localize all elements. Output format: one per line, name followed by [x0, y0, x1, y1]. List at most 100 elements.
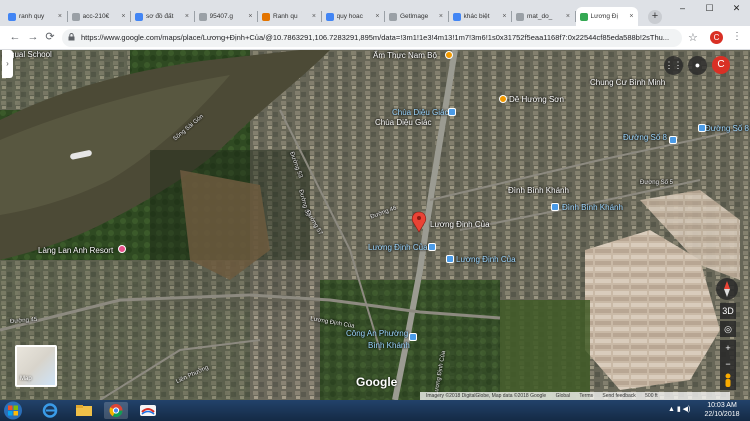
map-canvas[interactable]: lingual School Ẩm Thực Nam Bộ Chung Cư Bìn…: [0, 50, 750, 400]
map-place-label[interactable]: Lương Định Của: [430, 220, 490, 229]
map-layer-toggle[interactable]: Map: [15, 345, 57, 387]
tab-label: mat_do_: [527, 13, 553, 20]
close-window-button[interactable]: ✕: [723, 0, 750, 18]
imagery-credit: Imagery ©2018 DigitalGlobe, Map data ©20…: [426, 393, 547, 399]
reload-icon[interactable]: ⟳: [43, 31, 57, 45]
collapse-side-panel-button[interactable]: ›: [2, 50, 13, 78]
maximize-button[interactable]: ☐: [696, 0, 723, 18]
tab-close-icon[interactable]: ×: [121, 13, 125, 20]
browser-tab[interactable]: Ranh qu ×: [258, 7, 320, 26]
poi-marker-icon[interactable]: [428, 243, 436, 251]
clock-date: 22/10/2018: [704, 411, 740, 418]
browser-tab[interactable]: quy hoac ×: [322, 7, 384, 26]
poi-marker-icon[interactable]: [499, 95, 507, 103]
browser-tab[interactable]: ranh quy ×: [4, 7, 66, 26]
system-tray-icons[interactable]: ▲ ▮ ◀): [668, 405, 690, 413]
chrome-icon[interactable]: [104, 402, 128, 419]
new-tab-button[interactable]: +: [648, 10, 662, 24]
file-explorer-icon[interactable]: [72, 402, 96, 419]
send-feedback-link[interactable]: Send feedback: [602, 393, 635, 399]
tab-label: acc-210€: [82, 13, 110, 20]
tab-favicon-icon: [262, 12, 270, 21]
lock-icon: [68, 33, 75, 41]
map-place-label[interactable]: Đình Bình Khánh: [508, 186, 569, 195]
zoom-out-button[interactable]: −: [720, 356, 736, 372]
zoom-in-button[interactable]: +: [720, 340, 736, 356]
map-layer-label: Map: [20, 376, 32, 382]
browser-tab[interactable]: mat_do_ ×: [512, 7, 574, 26]
apps-grid-icon[interactable]: ⋮⋮: [664, 56, 683, 75]
poi-marker-icon[interactable]: [409, 333, 417, 341]
poi-marker-icon[interactable]: [446, 255, 454, 263]
tab-favicon-icon: [198, 12, 207, 21]
map-place-label[interactable]: Lương Định Của: [368, 243, 428, 252]
view-3d-button[interactable]: 3D: [720, 303, 736, 319]
poi-marker-icon[interactable]: [445, 51, 453, 59]
my-location-icon[interactable]: ◎: [720, 321, 736, 337]
tab-close-icon[interactable]: ×: [566, 13, 570, 20]
tab-close-icon[interactable]: ×: [185, 13, 189, 20]
taskbar-clock[interactable]: 10:03 AM 22/10/2018: [700, 401, 744, 419]
poi-marker-icon[interactable]: [698, 124, 706, 132]
map-place-label[interactable]: Lương Định Của: [456, 255, 516, 264]
tab-label: khác biệt: [463, 13, 490, 20]
map-place-label[interactable]: Ẩm Thực Nam Bộ: [373, 51, 437, 60]
tab-label: sơ đồ đất: [146, 13, 174, 20]
map-place-label[interactable]: Chùa Diệu Giác: [392, 108, 448, 117]
internet-explorer-icon[interactable]: [38, 402, 62, 419]
map-place-label[interactable]: Đình Bình Khánh: [562, 203, 623, 212]
poi-marker-icon[interactable]: [551, 203, 559, 211]
tab-close-icon[interactable]: ×: [312, 13, 316, 20]
browser-tab[interactable]: Lương Đị ×: [575, 7, 638, 26]
map-place-label[interactable]: Chung Cư Bình Minh: [590, 78, 665, 87]
tab-favicon-icon: [71, 12, 80, 21]
address-url[interactable]: https://www.google.com/maps/place/Lương+…: [81, 33, 671, 42]
tab-favicon-icon: [452, 12, 461, 21]
browser-tab[interactable]: acc-210€ ×: [68, 7, 130, 26]
tab-close-icon[interactable]: ×: [375, 13, 379, 20]
tab-close-icon[interactable]: ×: [248, 13, 252, 20]
back-icon[interactable]: ←: [8, 31, 22, 45]
browser-tab[interactable]: 95407.g ×: [195, 7, 257, 26]
tab-close-icon[interactable]: ×: [629, 13, 633, 20]
tab-close-icon[interactable]: ×: [502, 13, 506, 20]
poi-marker-icon[interactable]: [669, 136, 677, 144]
browser-tab[interactable]: sơ đồ đất ×: [131, 7, 193, 26]
map-place-label[interactable]: Làng Lan Anh Resort: [38, 246, 113, 255]
map-place-label[interactable]: Dê Hương Sơn: [509, 95, 564, 104]
browser-tab[interactable]: khác biệt ×: [449, 7, 511, 26]
browser-tab[interactable]: Getlmage ×: [385, 7, 447, 26]
forward-icon[interactable]: →: [26, 31, 40, 45]
tab-favicon-icon: [135, 12, 143, 21]
notifications-icon[interactable]: ●: [688, 56, 707, 75]
tab-label: Ranh qu: [273, 13, 298, 20]
tab-strip: ranh quy × acc-210€ × sơ đồ đất × 95407.g × Ranh…: [0, 0, 750, 26]
profile-avatar[interactable]: C: [710, 31, 723, 44]
bookmark-star-icon[interactable]: ☆: [688, 31, 698, 44]
browser-menu-icon[interactable]: ⋮: [732, 31, 742, 42]
tab-label: 95407.g: [209, 13, 234, 20]
minimize-button[interactable]: –: [669, 0, 696, 18]
map-place-label[interactable]: Đường Số 5: [640, 180, 673, 186]
compass-icon[interactable]: [716, 278, 738, 300]
map-account-avatar[interactable]: C: [712, 56, 730, 74]
browser-toolbar: ← → ⟳ https://www.google.com/maps/place/…: [0, 26, 750, 50]
tab-label: Lương Đị: [590, 13, 618, 20]
windows-start-icon[interactable]: [3, 401, 23, 420]
map-place-label[interactable]: Bình Khánh: [368, 341, 410, 350]
tab-close-icon[interactable]: ×: [439, 13, 443, 20]
scale-bar[interactable]: 500 ft: [645, 393, 658, 399]
address-bar[interactable]: https://www.google.com/maps/place/Lương+…: [62, 29, 682, 47]
poi-marker-icon[interactable]: [118, 245, 126, 253]
terms-link[interactable]: Terms: [579, 393, 593, 399]
poi-marker-icon[interactable]: [448, 108, 456, 116]
tab-close-icon[interactable]: ×: [58, 13, 62, 20]
global-link[interactable]: Global: [556, 393, 570, 399]
map-place-label[interactable]: Công An Phường: [346, 329, 408, 338]
app-icon[interactable]: [136, 402, 160, 419]
tab-favicon-icon: [8, 12, 16, 21]
map-place-label[interactable]: Chùa Diệu Giác: [375, 118, 431, 127]
map-place-label[interactable]: Đường Số 8: [623, 133, 667, 142]
pegman-icon[interactable]: [720, 372, 736, 390]
map-place-label[interactable]: Đường Số 8: [705, 124, 749, 133]
